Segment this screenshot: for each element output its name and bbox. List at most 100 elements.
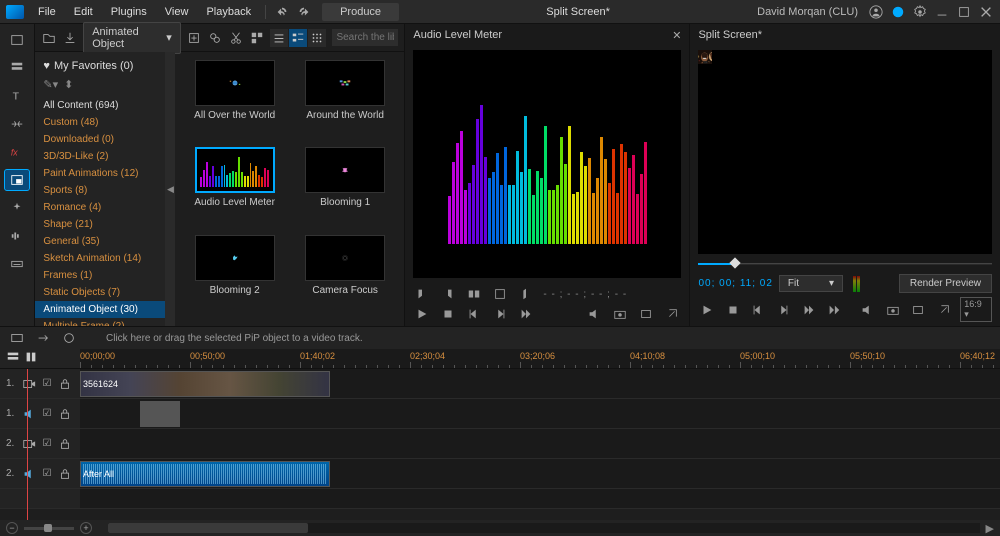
step-fwd-icon[interactable] <box>800 302 817 318</box>
tag-item[interactable]: Sketch Animation (14) <box>35 250 165 267</box>
tag-item[interactable]: Downloaded (0) <box>35 131 165 148</box>
thumbnail-item[interactable]: Blooming 1 <box>294 147 397 230</box>
tag-item[interactable]: All Content (694) <box>35 97 165 114</box>
lock-icon[interactable] <box>58 377 72 391</box>
thumbnail-item[interactable]: Blooming 2 <box>183 235 286 318</box>
tag-item[interactable]: Frames (1) <box>35 267 165 284</box>
lock-icon[interactable] <box>58 467 72 481</box>
video-clip[interactable]: 3561624 <box>80 371 330 397</box>
audio-clip[interactable] <box>140 401 180 427</box>
maximize-icon[interactable] <box>956 4 972 20</box>
thumbnail-item[interactable]: Around the World <box>294 60 397 143</box>
pen-icon[interactable]: ✎▾ <box>43 78 58 91</box>
tl-tool-1-icon[interactable] <box>8 330 26 346</box>
marker-icon[interactable] <box>517 286 535 302</box>
account-icon[interactable] <box>868 4 884 20</box>
toggle-icon[interactable]: ☑ <box>40 467 54 481</box>
tag-item[interactable]: Multiple Frame (2) <box>35 318 165 326</box>
insert-icon[interactable] <box>491 286 509 302</box>
sort-icon[interactable]: ⬍ <box>64 78 73 91</box>
aspect-ratio-button[interactable]: 16:9 ▾ <box>960 297 992 322</box>
grid-view-icon[interactable] <box>308 29 326 47</box>
playhead[interactable] <box>27 369 28 520</box>
split-icon[interactable] <box>465 286 483 302</box>
menu-playback[interactable]: Playback <box>198 3 259 21</box>
tag-item[interactable]: Animated Object (30) <box>35 301 165 318</box>
toggle-icon[interactable]: ☑ <box>40 407 54 421</box>
tag-item[interactable]: Static Objects (7) <box>35 284 165 301</box>
next-icon[interactable] <box>775 302 792 318</box>
search-input[interactable] <box>332 29 398 46</box>
tl-tool-3-icon[interactable] <box>60 330 78 346</box>
tl-tool-2-icon[interactable] <box>34 330 52 346</box>
fx-room-icon[interactable]: fx <box>5 142 29 162</box>
popout-icon[interactable] <box>935 302 952 318</box>
video-track-icon[interactable] <box>22 437 36 451</box>
h-scrollbar[interactable] <box>108 523 980 533</box>
prev-frame-icon[interactable] <box>465 306 483 322</box>
cut-icon[interactable] <box>229 28 244 48</box>
pip-room-icon[interactable] <box>5 170 29 190</box>
settings-icon[interactable] <box>912 4 928 20</box>
minimize-icon[interactable] <box>934 4 950 20</box>
goto-end-icon[interactable] <box>825 302 842 318</box>
volume-icon[interactable] <box>859 302 876 318</box>
stop-icon[interactable] <box>439 306 457 322</box>
tag-item[interactable]: 3D/3D-Like (2) <box>35 148 165 165</box>
popout-icon[interactable] <box>663 306 681 322</box>
quality-icon[interactable] <box>909 302 926 318</box>
transition-room-icon[interactable] <box>5 114 29 134</box>
produce-button[interactable]: Produce <box>322 3 399 21</box>
tag-item[interactable]: Paint Animations (12) <box>35 165 165 182</box>
lock-icon[interactable] <box>58 437 72 451</box>
import-icon[interactable] <box>41 28 56 48</box>
menu-file[interactable]: File <box>30 3 64 21</box>
track-view-icon[interactable] <box>6 350 20 367</box>
snapshot-icon[interactable] <box>884 302 901 318</box>
redo-icon[interactable] <box>294 3 314 21</box>
new-icon[interactable] <box>187 28 202 48</box>
mark-out-icon[interactable] <box>439 286 457 302</box>
audio-room-icon[interactable] <box>5 226 29 246</box>
tag-item[interactable]: Shape (21) <box>35 216 165 233</box>
menu-plugins[interactable]: Plugins <box>103 3 155 21</box>
subtitle-room-icon[interactable] <box>5 254 29 274</box>
media-room-icon[interactable] <box>5 30 29 50</box>
audio-track-icon[interactable] <box>22 467 36 481</box>
particle-room-icon[interactable] <box>5 198 29 218</box>
thumbnail-item[interactable]: Audio Level Meter <box>183 147 286 230</box>
toggle-icon[interactable]: ☑ <box>40 437 54 451</box>
prev-icon[interactable] <box>749 302 766 318</box>
thumbnail-item[interactable]: Camera Focus <box>294 235 397 318</box>
audio-track-icon[interactable] <box>22 407 36 421</box>
track-mode-icon[interactable] <box>24 350 38 367</box>
play-icon[interactable] <box>413 306 431 322</box>
audio-clip[interactable]: After All <box>80 461 330 487</box>
snapshot-icon[interactable] <box>611 306 629 322</box>
tag-item[interactable]: Sports (8) <box>35 182 165 199</box>
title-room-icon[interactable] <box>5 58 29 78</box>
download-icon[interactable] <box>62 28 77 48</box>
lock-icon[interactable] <box>58 407 72 421</box>
tag-item[interactable]: Romance (4) <box>35 199 165 216</box>
detail-view-icon[interactable] <box>289 29 307 47</box>
loop-icon[interactable] <box>637 306 655 322</box>
render-preview-button[interactable]: Render Preview <box>899 274 992 293</box>
time-ruler[interactable]: 00;00;0000;50;0001;40;0202;30;0403;20;06… <box>80 349 1000 368</box>
favorites-header[interactable]: ♥My Favorites (0) <box>35 56 165 76</box>
modify-icon[interactable] <box>208 28 223 48</box>
cloud-icon[interactable] <box>890 4 906 20</box>
close-icon[interactable] <box>978 4 994 20</box>
zoom-out-icon[interactable]: − <box>6 522 18 534</box>
category-dropdown[interactable]: Animated Object▾ <box>83 22 181 54</box>
video-track-icon[interactable] <box>22 377 36 391</box>
zoom-slider[interactable] <box>24 527 74 530</box>
undo-icon[interactable] <box>272 3 292 21</box>
zoom-dropdown[interactable]: Fit▾ <box>779 275 843 292</box>
list-view-icon[interactable] <box>270 29 288 47</box>
menu-view[interactable]: View <box>157 3 197 21</box>
tag-item[interactable]: Custom (48) <box>35 114 165 131</box>
close-preview-icon[interactable]: ✕ <box>672 29 681 42</box>
text-room-icon[interactable]: T <box>5 86 29 106</box>
next-frame-icon[interactable] <box>491 306 509 322</box>
